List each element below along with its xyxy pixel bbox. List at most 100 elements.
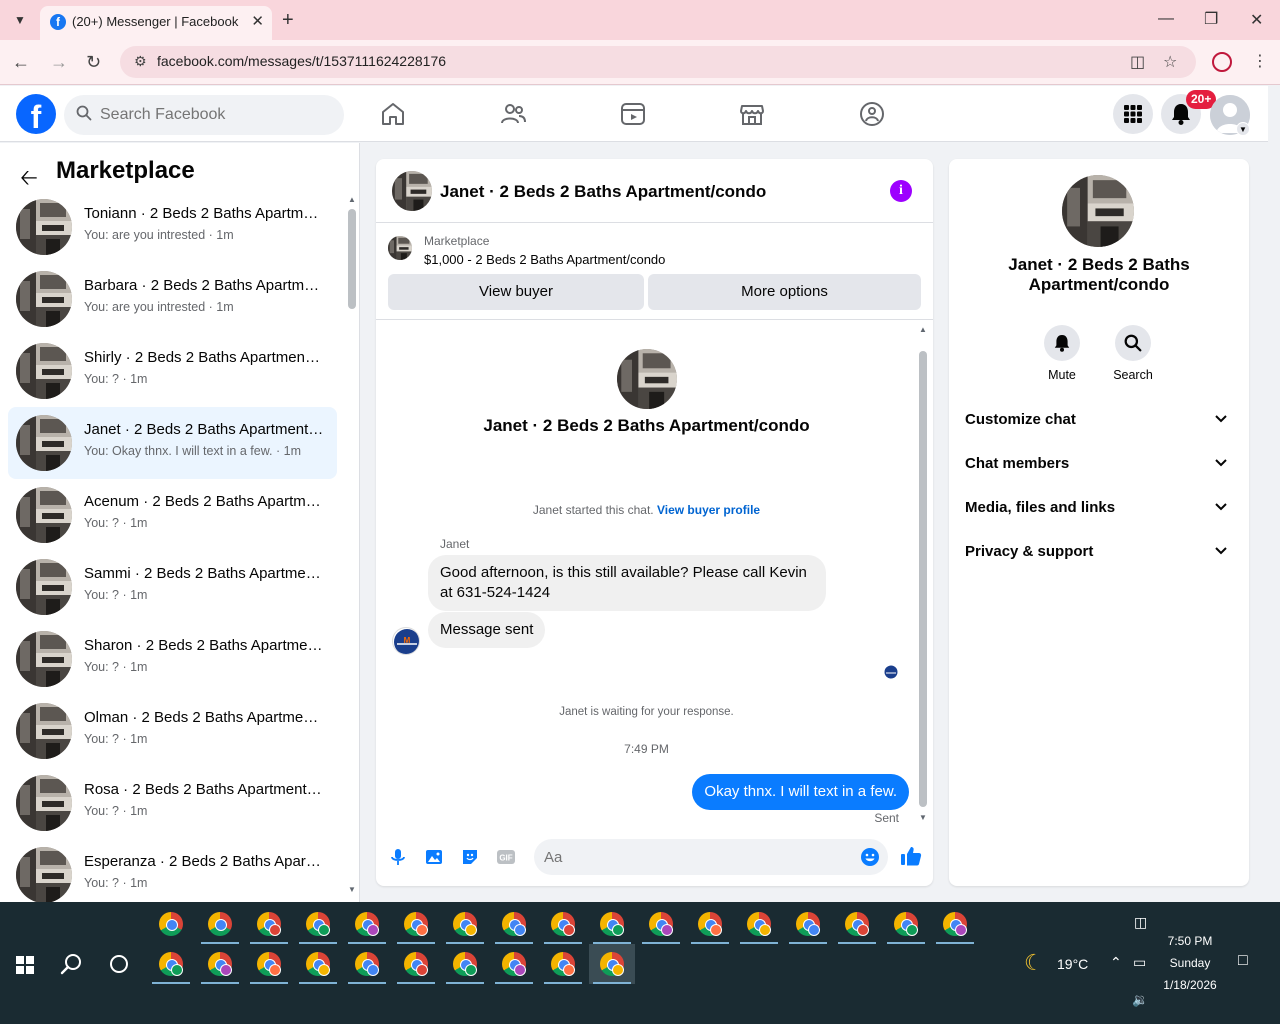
taskbar-chrome-window[interactable] xyxy=(589,904,635,944)
taskbar-chrome-window[interactable] xyxy=(344,904,390,944)
microphone-icon[interactable] xyxy=(388,847,408,867)
msg-scroll-down-icon[interactable]: ▼ xyxy=(919,813,927,822)
taskbar-chrome-window[interactable] xyxy=(344,944,390,984)
page-scrollbar[interactable] xyxy=(1268,86,1280,902)
taskbar-chrome-window[interactable] xyxy=(540,904,586,944)
facebook-search[interactable] xyxy=(64,95,344,135)
taskbar-chrome-window[interactable] xyxy=(932,904,978,944)
browser-profile-icon[interactable] xyxy=(1212,52,1232,72)
taskbar-chrome-window[interactable] xyxy=(589,944,635,984)
listing-price-title[interactable]: $1,000 - 2 Beds 2 Baths Apartment/condo xyxy=(424,252,665,267)
sender-avatar[interactable]: M xyxy=(392,627,420,655)
address-bar[interactable]: ⚙ facebook.com/messages/t/15371116242281… xyxy=(120,46,1196,78)
groups-icon[interactable] xyxy=(858,100,886,128)
taskbar-chrome-window[interactable] xyxy=(491,944,537,984)
notification-center-icon[interactable]: □ xyxy=(1238,952,1248,970)
taskbar-chrome-window[interactable] xyxy=(393,904,439,944)
conversation-item[interactable]: Janet · 2 Beds 2 Baths Apartment/condo Yo… xyxy=(8,407,337,479)
taskbar-chrome-window[interactable] xyxy=(687,904,733,944)
view-buyer-button[interactable]: View buyer xyxy=(388,274,644,310)
taskbar-chrome-window[interactable] xyxy=(442,904,488,944)
taskbar-chrome-window[interactable] xyxy=(883,904,929,944)
view-buyer-profile-link[interactable]: View buyer profile xyxy=(657,503,760,517)
scroll-down-icon[interactable]: ▼ xyxy=(348,885,356,894)
bookmark-star-icon[interactable]: ☆ xyxy=(1163,52,1177,72)
weather-temp[interactable]: 19°C xyxy=(1057,956,1088,972)
home-icon[interactable] xyxy=(379,100,407,128)
mute-action[interactable]: Mute xyxy=(1032,325,1092,382)
info-section-row[interactable]: Customize chat xyxy=(965,401,1233,441)
emoji-icon[interactable] xyxy=(860,847,880,867)
search-input[interactable] xyxy=(100,103,330,127)
taskbar-chrome-window[interactable] xyxy=(295,944,341,984)
browser-menu-icon[interactable]: ⋮ xyxy=(1252,51,1268,71)
taskbar-chrome-window[interactable] xyxy=(393,944,439,984)
conversation-item[interactable]: Sammi · 2 Beds 2 Baths Apartment/condo Yo… xyxy=(8,551,337,623)
mute-button[interactable] xyxy=(1044,325,1080,361)
taskbar-chrome-window[interactable] xyxy=(491,904,537,944)
scrollbar-thumb[interactable] xyxy=(348,209,356,309)
restore-icon[interactable]: ❐ xyxy=(1204,9,1218,29)
facebook-logo-icon[interactable]: f xyxy=(16,94,56,135)
tray-device-icon[interactable]: ◫ xyxy=(1134,914,1147,931)
forward-icon[interactable]: → xyxy=(50,52,68,72)
info-section-row[interactable]: Media, files and links xyxy=(965,489,1233,529)
message-input[interactable] xyxy=(544,845,844,869)
scroll-up-icon[interactable]: ▲ xyxy=(348,195,356,204)
tab-search-dropdown-icon[interactable]: ▼ xyxy=(8,8,32,32)
new-tab-icon[interactable]: + xyxy=(282,8,294,32)
friends-icon[interactable] xyxy=(499,100,527,128)
install-app-icon[interactable]: ◫ xyxy=(1130,52,1145,72)
info-icon[interactable]: i xyxy=(890,180,912,202)
outgoing-message[interactable]: Okay thnx. I will text in a few. xyxy=(692,774,909,810)
clock-day[interactable]: Sunday xyxy=(1160,956,1220,970)
conversation-item[interactable]: Olman · 2 Beds 2 Baths Apartment/condo Yo… xyxy=(8,695,337,767)
thumbs-up-icon[interactable] xyxy=(900,845,922,867)
taskbar-chrome-window[interactable] xyxy=(442,944,488,984)
conversation-item[interactable]: Toniann · 2 Beds 2 Baths Apartment/condo… xyxy=(8,191,337,263)
chat-avatar[interactable] xyxy=(392,171,432,211)
network-icon[interactable]: ▭ xyxy=(1133,954,1146,971)
account-chevron-icon[interactable]: ▼ xyxy=(1236,122,1250,136)
menu-grid-button[interactable] xyxy=(1113,94,1153,134)
volume-icon[interactable]: 🔉 xyxy=(1132,992,1148,1008)
info-section-row[interactable]: Privacy & support xyxy=(965,533,1233,573)
search-action[interactable]: Search xyxy=(1103,325,1163,382)
conversation-item[interactable]: Acenum · 2 Beds 2 Baths Apartment/condo Y… xyxy=(8,479,337,551)
taskbar-chrome-window[interactable] xyxy=(834,904,880,944)
taskbar-chrome-window[interactable] xyxy=(295,904,341,944)
close-tab-icon[interactable]: ✕ xyxy=(251,12,264,30)
reload-icon[interactable]: ↻ xyxy=(86,52,101,72)
browser-tab-messenger[interactable]: f (20+) Messenger | Facebook ✕ xyxy=(40,6,272,40)
conversation-item[interactable]: Sharon · 2 Beds 2 Baths Apartment/condo Y… xyxy=(8,623,337,695)
gif-icon[interactable]: GIF xyxy=(496,847,516,867)
clock-date[interactable]: 1/18/2026 xyxy=(1156,978,1224,992)
conversation-scrollbar[interactable]: ▲ ▼ xyxy=(346,195,356,895)
conversation-item[interactable]: Esperanza · 2 Beds 2 Baths Apartment/con… xyxy=(8,839,337,902)
watch-video-icon[interactable] xyxy=(619,100,647,128)
taskbar-chrome-window[interactable] xyxy=(197,944,243,984)
conversation-item[interactable]: Rosa · 2 Beds 2 Baths Apartment/condo You… xyxy=(8,767,337,839)
sticker-icon[interactable] xyxy=(460,847,480,867)
task-view-icon[interactable] xyxy=(110,955,128,973)
conversation-item[interactable]: Barbara · 2 Beds 2 Baths Apartment/condo… xyxy=(8,263,337,335)
incoming-message-sent[interactable]: Message sent xyxy=(428,612,546,648)
moon-weather-icon[interactable]: ☾ xyxy=(1024,950,1044,976)
more-options-button[interactable]: More options xyxy=(648,274,921,310)
taskbar-chrome-window[interactable] xyxy=(638,904,684,944)
taskbar-chrome-window[interactable] xyxy=(148,904,194,944)
taskbar-chrome-window[interactable] xyxy=(540,944,586,984)
clock-time[interactable]: 7:50 PM xyxy=(1160,934,1220,948)
window-close-icon[interactable]: ✕ xyxy=(1250,10,1263,30)
minimize-icon[interactable]: — xyxy=(1158,10,1174,28)
search-chat-button[interactable] xyxy=(1115,325,1151,361)
info-section-row[interactable]: Chat members xyxy=(965,445,1233,485)
message-input-box[interactable] xyxy=(534,839,888,875)
incoming-message[interactable]: Good afternoon, is this still available?… xyxy=(428,555,826,611)
taskbar-chrome-window[interactable] xyxy=(197,904,243,944)
conversation-item[interactable]: Shirly · 2 Beds 2 Baths Apartment/condo Y… xyxy=(8,335,337,407)
tray-chevron-icon[interactable]: ⌃ xyxy=(1110,954,1122,971)
windows-start-icon[interactable] xyxy=(16,956,34,974)
taskbar-chrome-window[interactable] xyxy=(785,904,831,944)
taskbar-chrome-window[interactable] xyxy=(246,904,292,944)
